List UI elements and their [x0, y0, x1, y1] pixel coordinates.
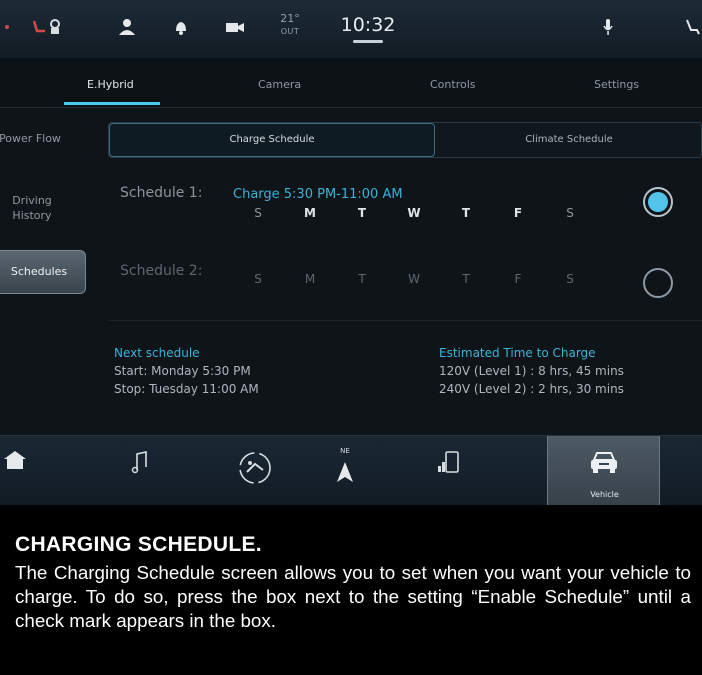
next-schedule-heading: Next schedule — [114, 346, 200, 360]
climate-schedule-button[interactable]: Climate Schedule — [435, 123, 702, 157]
temperature-value: 21° — [280, 12, 300, 25]
estimated-heading: Estimated Time to Charge — [439, 346, 596, 360]
charge-schedule-button[interactable]: Charge Schedule — [109, 123, 435, 157]
estimated-charge-info: Estimated Time to Charge 120V (Level 1) … — [439, 344, 624, 398]
bell-icon[interactable] — [172, 16, 190, 38]
day-friday[interactable]: F — [508, 272, 528, 286]
vehicle-label: Vehicle — [590, 490, 619, 499]
schedule-2-label: Schedule 2: — [120, 263, 203, 279]
nav-apps[interactable] — [230, 436, 280, 505]
tab-e-hybrid[interactable]: E.Hybrid — [87, 78, 134, 91]
navigation-icon — [337, 462, 353, 482]
day-saturday[interactable]: S — [560, 206, 580, 220]
camera-icon[interactable] — [224, 16, 246, 38]
phone-icon — [437, 450, 459, 474]
nav-media[interactable] — [120, 436, 160, 505]
caption: CHARGING SCHEDULE. The Charging Schedule… — [0, 505, 702, 675]
schedule-2-toggle[interactable] — [643, 268, 673, 298]
microphone-icon[interactable] — [598, 16, 618, 38]
tab-controls[interactable]: Controls — [430, 78, 476, 91]
tab-settings[interactable]: Settings — [594, 78, 639, 91]
day-saturday[interactable]: S — [560, 272, 580, 286]
day-wednesday[interactable]: W — [404, 206, 424, 220]
day-wednesday[interactable]: W — [404, 272, 424, 286]
next-schedule-stop: Stop: Tuesday 11:00 AM — [114, 382, 259, 396]
schedule-type-toggle: Charge Schedule Climate Schedule — [108, 122, 702, 158]
day-sunday[interactable]: S — [248, 272, 268, 286]
estimated-level-1: 120V (Level 1) : 8 hrs, 45 mins — [439, 364, 624, 378]
nav-navigation[interactable]: NE — [330, 436, 360, 505]
schedule-1-label: Schedule 1: — [120, 185, 203, 201]
caption-body: The Charging Schedule screen allows you … — [15, 562, 691, 631]
radio-selected-dot — [648, 192, 668, 212]
outside-temperature: 21° OUT — [270, 12, 310, 38]
estimated-level-2: 240V (Level 2) : 2 hrs, 30 mins — [439, 382, 624, 396]
sidebar-item-driving-history[interactable]: Driving History — [0, 193, 70, 223]
infotainment-screen: 21° OUT 10:32 E.Hybrid Camera Controls S… — [0, 0, 702, 505]
day-sunday[interactable]: S — [248, 206, 268, 220]
compass-heading: NE — [340, 447, 350, 455]
next-schedule-info: Next schedule Start: Monday 5:30 PM Stop… — [114, 344, 259, 398]
heated-seat-icon[interactable] — [30, 16, 66, 38]
sidebar-item-schedules[interactable]: Schedules — [0, 250, 86, 294]
nav-vehicle[interactable]: Vehicle — [547, 436, 660, 505]
schedule-1-time[interactable]: Charge 5:30 PM-11:00 AM — [233, 187, 403, 202]
profile-icon[interactable] — [116, 16, 138, 38]
steering-wheel-icon[interactable] — [684, 16, 702, 38]
vehicle-icon — [588, 450, 620, 474]
clock-underline — [353, 40, 383, 43]
section-divider — [108, 320, 702, 321]
day-tuesday[interactable]: T — [352, 272, 372, 286]
top-tabs: E.Hybrid Camera Controls Settings — [0, 58, 702, 108]
day-monday[interactable]: M — [300, 272, 320, 286]
clock: 10:32 — [340, 14, 396, 36]
temperature-label: OUT — [280, 27, 300, 36]
day-thursday[interactable]: T — [456, 206, 476, 220]
next-schedule-start: Start: Monday 5:30 PM — [114, 364, 251, 378]
music-icon — [131, 450, 149, 474]
sidebar-item-power-flow[interactable]: Power Flow — [0, 131, 70, 146]
active-tab-indicator — [64, 102, 160, 105]
status-bar: 21° OUT 10:32 — [0, 0, 702, 58]
home-icon — [4, 450, 26, 470]
caption-title: CHARGING SCHEDULE. — [15, 533, 262, 556]
schedule-1-toggle[interactable] — [643, 187, 673, 217]
nav-home[interactable] — [0, 436, 30, 505]
day-friday[interactable]: F — [508, 206, 528, 220]
tab-camera[interactable]: Camera — [258, 78, 301, 91]
bottom-nav: NE Vehicle — [0, 435, 702, 505]
partial-icon — [0, 16, 14, 38]
day-thursday[interactable]: T — [456, 272, 476, 286]
apps-icon — [235, 450, 275, 486]
day-monday[interactable]: M — [300, 206, 320, 220]
day-tuesday[interactable]: T — [352, 206, 372, 220]
nav-phone[interactable] — [428, 436, 468, 505]
